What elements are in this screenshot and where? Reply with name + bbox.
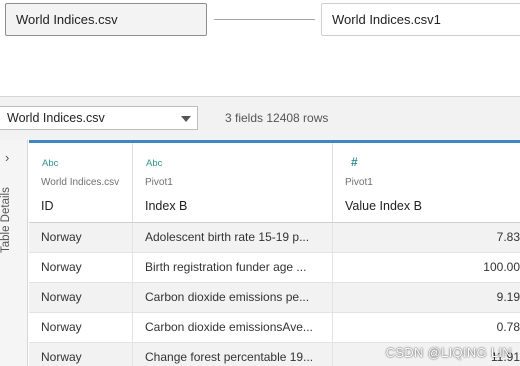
cell-value-index-b: 9.19	[496, 290, 520, 304]
cell-id: Norway	[29, 343, 133, 366]
caret-down-icon	[181, 116, 191, 122]
table-row[interactable]: Norway Carbon dioxide emissionsAve... 0.…	[29, 313, 520, 343]
cell-index-b: Adolescent birth rate 15-19 p...	[133, 223, 333, 253]
string-type-icon[interactable]: Abc	[42, 158, 58, 169]
data-grid: Abc World Indices.csv ID Abc Pivot1 Inde…	[29, 140, 520, 366]
fields-rows-info: 3 fields 12408 rows	[225, 111, 329, 125]
column-name: Value Index B	[345, 199, 422, 213]
watermark-text: CSDN @LIQING LIN	[385, 345, 512, 360]
cell-value-index-b: 100.00	[483, 260, 520, 274]
grid-toolbar: World Indices.csv 3 fields 12408 rows	[0, 96, 520, 140]
primary-table-card[interactable]: World Indices.csv	[5, 3, 207, 36]
cell-id: Norway	[29, 313, 133, 343]
cell-index-b: Carbon dioxide emissionsAve...	[133, 313, 333, 343]
cell-id: Norway	[29, 283, 133, 313]
column-source: Pivot1	[145, 177, 173, 188]
column-header-id[interactable]: Abc World Indices.csv ID	[29, 143, 133, 223]
column-header-value-index-b[interactable]: # Pivot1 Value Index B	[333, 143, 520, 223]
cell-id: Norway	[29, 253, 133, 283]
number-type-icon[interactable]: #	[351, 155, 358, 169]
table-select-dropdown[interactable]: World Indices.csv	[0, 106, 198, 130]
cell-id: Norway	[29, 223, 133, 253]
table-row[interactable]: Norway Adolescent birth rate 15-19 p... …	[29, 223, 520, 253]
join-connector-line[interactable]	[214, 19, 315, 20]
column-header-index-b[interactable]: Abc Pivot1 Index B	[133, 143, 333, 223]
table-row[interactable]: Norway Birth registration funder age ...…	[29, 253, 520, 283]
column-source: World Indices.csv	[41, 177, 120, 188]
column-name: ID	[41, 199, 54, 213]
cell-value-index-b: 0.78	[496, 320, 520, 334]
table-row[interactable]: Norway Carbon dioxide emissions pe... 9.…	[29, 283, 520, 313]
table-details-label[interactable]: Table Details	[0, 93, 14, 253]
secondary-table-card[interactable]: World Indices.csv1	[321, 3, 520, 36]
cell-index-b: Birth registration funder age ...	[133, 253, 333, 283]
cell-value-index-b: 7.83	[496, 230, 520, 244]
column-name: Index B	[145, 199, 188, 213]
cell-index-b: Carbon dioxide emissions pe...	[133, 283, 333, 313]
table-select-value: World Indices.csv	[7, 111, 105, 125]
column-source: Pivot1	[345, 177, 373, 188]
data-source-canvas: World Indices.csv World Indices.csv1	[0, 0, 520, 96]
string-type-icon[interactable]: Abc	[146, 158, 162, 169]
cell-index-b: Change forest percentable 19...	[133, 343, 333, 366]
